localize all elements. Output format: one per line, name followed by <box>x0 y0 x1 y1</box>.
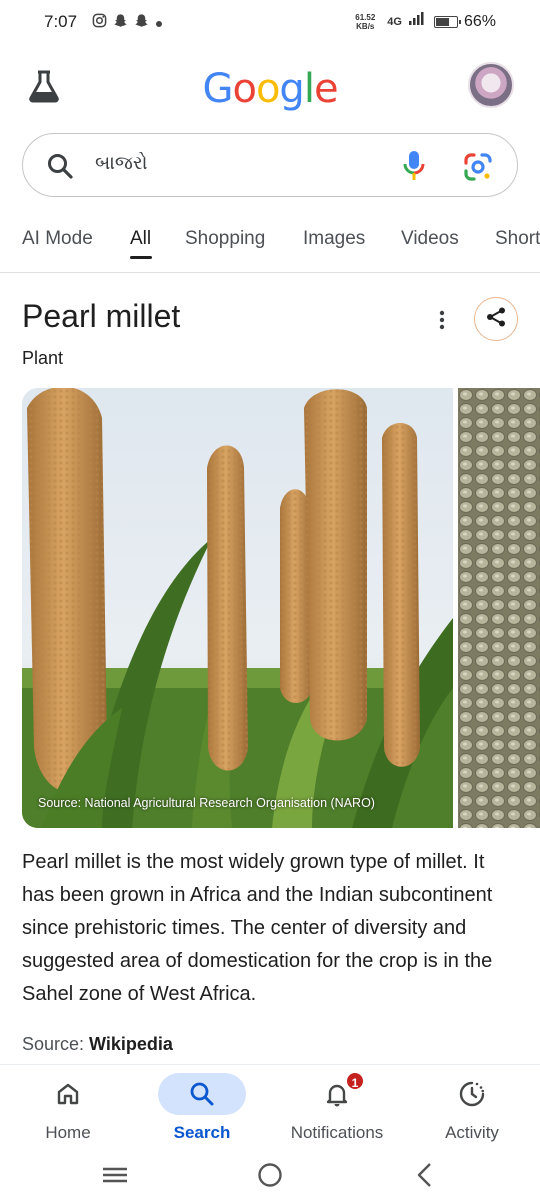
entity-type: Plant <box>22 348 64 368</box>
grains-illustration <box>458 388 540 828</box>
pearl-millet-image[interactable]: Source: National Agricultural Research O… <box>22 388 453 828</box>
logo-letter: g <box>279 66 304 112</box>
nav-search-label: Search <box>173 1123 231 1142</box>
tab-shopping[interactable]: Shopping <box>185 228 265 250</box>
bottom-navigation: Home Search 1 Notifications Activity <box>0 1064 540 1152</box>
status-bar: 7:07 61.52 KB/s 4G 66% <box>0 0 540 46</box>
logo-letter: l <box>303 66 315 112</box>
instagram-icon <box>92 13 107 32</box>
net-speed: 61.52 KB/s <box>355 13 375 31</box>
active-tab-indicator <box>130 256 152 259</box>
battery-level: 66% <box>463 12 496 30</box>
more-options-icon[interactable] <box>436 308 448 332</box>
image-source-caption: Source: National Agricultural Research O… <box>38 796 375 810</box>
net-speed-unit: KB/s <box>356 21 375 31</box>
source-label: Source: <box>22 1034 90 1054</box>
signal-icon <box>408 12 424 31</box>
entity-description: Pearl millet is the most widely grown ty… <box>22 851 493 1005</box>
recent-apps-icon[interactable] <box>100 1160 130 1190</box>
avatar[interactable] <box>468 62 514 108</box>
network-type: 4G <box>387 15 402 28</box>
share-button[interactable] <box>474 297 518 341</box>
tab-images[interactable]: Images <box>303 228 365 250</box>
header: Google <box>0 56 540 118</box>
logo-letter: G <box>202 66 233 112</box>
search-icon <box>47 153 73 179</box>
tab-ai-mode[interactable]: AI Mode <box>22 228 93 250</box>
tab-short[interactable]: Short <box>495 228 540 250</box>
system-navigation-bar <box>0 1152 540 1200</box>
millet-grains-image[interactable] <box>458 388 540 828</box>
search-bar[interactable] <box>22 133 518 197</box>
activity-icon <box>428 1073 516 1115</box>
status-time: 7:07 <box>44 12 78 31</box>
search-tabs: AI Mode All Shopping Images Videos Short <box>0 215 540 273</box>
search-input[interactable] <box>95 152 385 174</box>
nav-home-label: Home <box>45 1123 91 1142</box>
tab-all[interactable]: All <box>130 228 151 250</box>
net-speed-value: 61.52 <box>355 12 376 22</box>
logo-letter: e <box>313 66 339 112</box>
nav-search[interactable]: Search <box>142 1065 262 1153</box>
nav-notifications-label: Notifications <box>290 1123 384 1142</box>
millet-field-illustration <box>22 388 453 828</box>
google-lens-icon[interactable] <box>463 152 493 182</box>
battery-icon <box>433 15 461 28</box>
google-logo: Google <box>0 66 540 112</box>
logo-letter: o <box>232 66 257 112</box>
source-link[interactable]: Wikipedia <box>89 1034 173 1054</box>
snapchat-icon-2 <box>134 13 149 32</box>
page-title: Pearl millet <box>22 298 181 334</box>
nav-home[interactable]: Home <box>8 1065 128 1153</box>
dot-icon <box>155 14 163 32</box>
description-source: Source: Wikipedia <box>22 1034 173 1055</box>
share-icon <box>485 306 507 333</box>
nav-notifications[interactable]: 1 Notifications <box>277 1065 397 1153</box>
notification-icons <box>92 13 163 32</box>
search-nav-icon <box>158 1073 246 1115</box>
bell-icon: 1 <box>293 1071 381 1115</box>
home-circle-icon[interactable] <box>255 1160 285 1190</box>
nav-activity-label: Activity <box>445 1123 499 1142</box>
snapchat-icon <box>113 13 128 32</box>
notification-badge: 1 <box>345 1071 365 1091</box>
microphone-icon[interactable] <box>403 150 425 182</box>
back-icon[interactable] <box>410 1160 440 1190</box>
home-icon <box>24 1073 112 1115</box>
nav-activity[interactable]: Activity <box>412 1065 532 1153</box>
status-right: 61.52 KB/s 4G 66% <box>355 12 496 31</box>
logo-letter: o <box>255 66 281 112</box>
tab-videos[interactable]: Videos <box>401 228 459 250</box>
